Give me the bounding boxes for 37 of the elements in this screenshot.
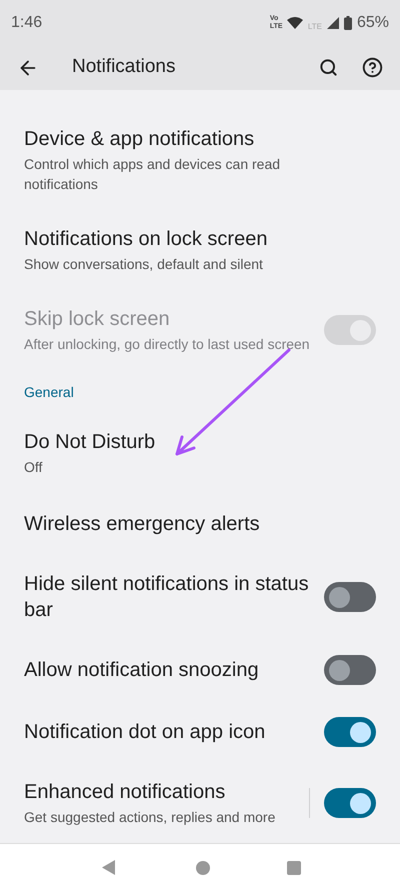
toggle-switch[interactable] xyxy=(324,717,376,747)
setting-subtitle: After unlocking, go directly to last used screen xyxy=(24,335,311,354)
wifi-icon xyxy=(286,16,303,28)
setting-title: Do Not Disturb xyxy=(24,430,156,455)
setting-title: Allow notification snoozing xyxy=(24,658,260,683)
status-time: 1:46 xyxy=(11,12,42,32)
settings-row[interactable]: Enhanced notifications Get suggested actions, replies and more xyxy=(0,763,400,843)
settings-row[interactable]: Device & app notifications Control which apps and devices can read notifications xyxy=(0,110,400,210)
settings-row[interactable]: Do Not Disturb Off xyxy=(0,413,400,493)
nav-home-button[interactable] xyxy=(196,860,210,874)
settings-row[interactable]: Notifications on lock screen Show conversations, default and silent xyxy=(0,210,400,290)
settings-row[interactable]: Hide silent notifications in status bar xyxy=(0,555,400,639)
toggle-switch[interactable] xyxy=(324,788,376,818)
lte-label: LTE xyxy=(308,20,322,32)
setting-title: Notifications on lock screen xyxy=(24,227,268,252)
signal-icon xyxy=(326,16,339,28)
toggle-switch[interactable] xyxy=(324,655,376,685)
help-button[interactable] xyxy=(360,56,384,80)
setting-title: Skip lock screen xyxy=(24,307,171,332)
battery-icon xyxy=(344,16,352,30)
settings-row[interactable]: Notification dot on app icon xyxy=(0,701,400,763)
settings-row[interactable]: Wireless emergency alerts xyxy=(0,493,400,555)
setting-title: Hide silent notifications in status bar xyxy=(24,572,310,623)
battery-percent: 65% xyxy=(356,12,389,32)
setting-subtitle: Show conversations, default and silent xyxy=(24,255,264,274)
setting-title: Enhanced notifications xyxy=(24,780,226,805)
toggle-switch[interactable] xyxy=(324,582,376,612)
setting-subtitle: Control which apps and devices can read notifications xyxy=(24,155,282,194)
nav-recents-button[interactable] xyxy=(287,860,302,874)
setting-subtitle: Off xyxy=(24,458,44,477)
section-header: General xyxy=(23,383,75,402)
screen-title: Notifications xyxy=(72,55,176,80)
settings-row[interactable]: Allow notification snoozing xyxy=(0,639,400,701)
setting-subtitle: Get suggested actions, replies and more xyxy=(24,808,276,827)
setting-title: Wireless emergency alerts xyxy=(24,512,261,537)
setting-title: Notification dot on app icon xyxy=(24,720,266,745)
setting-title: Device & app notifications xyxy=(24,127,256,152)
